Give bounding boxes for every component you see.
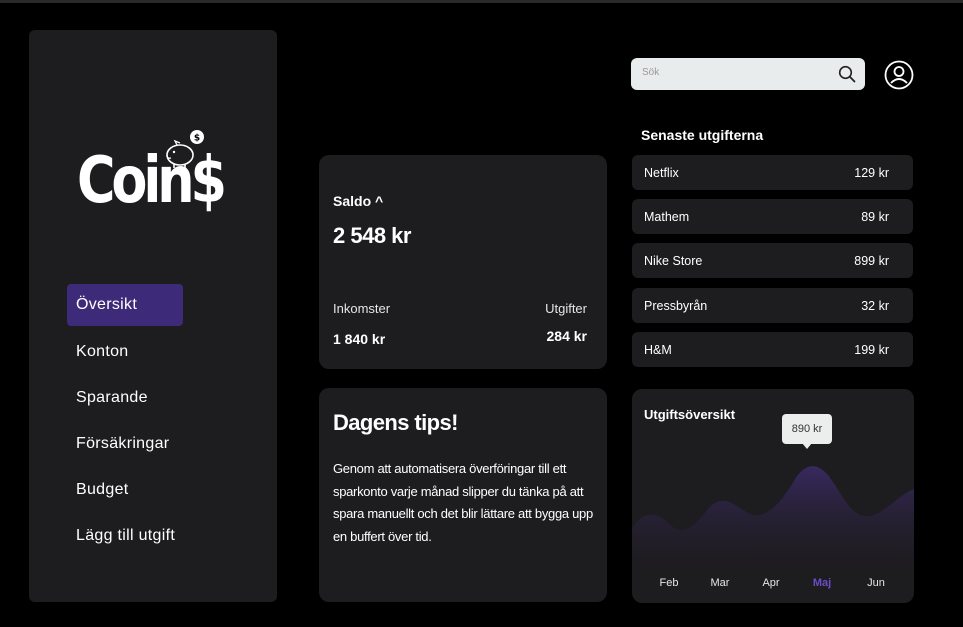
svg-text:$: $: [194, 134, 200, 144]
expense-amount: 32 kr: [861, 299, 889, 313]
month-jun[interactable]: Jun: [867, 577, 885, 589]
expense-overview-title: Utgiftsöversikt: [644, 407, 736, 422]
expense-name: H&M: [644, 343, 672, 357]
income-value: 1 840 kr: [333, 331, 386, 347]
month-mar[interactable]: Mar: [711, 577, 730, 589]
expense-amount: 199 kr: [854, 343, 889, 357]
expense-name: Mathem: [644, 210, 690, 224]
nav-item-forsakringar[interactable]: Försäkringar: [67, 424, 227, 464]
expenses-label: Utgifter: [545, 301, 587, 316]
expenses-value: 284 kr: [546, 328, 587, 344]
user-profile-icon[interactable]: [884, 60, 914, 90]
expense-row[interactable]: H&M 199 kr: [632, 332, 913, 367]
nav-item-budget[interactable]: Budget: [67, 470, 227, 510]
expense-amount: 899 kr: [854, 254, 889, 268]
balance-value: 2 548 kr: [333, 223, 411, 248]
recent-expenses-title: Senaste utgifterna: [641, 127, 764, 143]
expense-name: Pressbyrån: [644, 299, 708, 313]
chart-tooltip: 890 kr: [782, 414, 832, 444]
coins-logo[interactable]: $ Coin$: [77, 124, 237, 234]
nav-item-konton[interactable]: Konton: [67, 332, 227, 372]
balance-card: Saldo ^ 2 548 kr Inkomster 1 840 kr Utgi…: [319, 155, 607, 369]
nav-item-sparande[interactable]: Sparande: [67, 378, 227, 418]
expense-name: Netflix: [644, 166, 679, 180]
logo-text: Coin$: [77, 144, 227, 218]
expense-row[interactable]: Nike Store 899 kr: [632, 243, 913, 278]
daily-tip-card: Dagens tips! Genom att automatisera över…: [319, 388, 607, 602]
expense-row[interactable]: Netflix 129 kr: [632, 155, 913, 190]
expense-row[interactable]: Pressbyrån 32 kr: [632, 288, 913, 323]
nav-item-lagg-till-utgift[interactable]: Lägg till utgift: [67, 516, 227, 556]
expense-name: Nike Store: [644, 254, 703, 268]
expense-area: [632, 466, 914, 574]
search-input[interactable]: Sök: [642, 67, 659, 78]
month-feb[interactable]: Feb: [660, 577, 679, 589]
expense-amount: 129 kr: [854, 166, 889, 180]
expense-overview-card: Utgiftsöversikt 890 kr Feb Mar Apr Maj J…: [632, 389, 914, 603]
month-axis: Feb Mar Apr Maj Jun: [632, 577, 914, 591]
search-icon[interactable]: [838, 65, 856, 83]
expense-row[interactable]: Mathem 89 kr: [632, 199, 913, 234]
month-maj[interactable]: Maj: [813, 577, 831, 589]
chart-tooltip-arrow: [802, 443, 812, 449]
income-label: Inkomster: [333, 301, 391, 316]
expense-amount: 89 kr: [861, 210, 889, 224]
daily-tip-title: Dagens tips!: [333, 410, 458, 435]
month-apr[interactable]: Apr: [762, 577, 779, 589]
sidebar: $ Coin$ Översikt Konton Sparande Försäkr…: [29, 30, 277, 602]
search-bar[interactable]: Sök: [631, 58, 865, 90]
balance-title[interactable]: Saldo ^: [333, 193, 383, 209]
daily-tip-text: Genom att automatisera överföringar till…: [333, 461, 593, 544]
window-top-border: [0, 0, 963, 3]
nav-item-oversikt[interactable]: Översikt: [67, 284, 183, 326]
main-nav: Översikt Konton Sparande Försäkringar Bu…: [67, 284, 227, 562]
